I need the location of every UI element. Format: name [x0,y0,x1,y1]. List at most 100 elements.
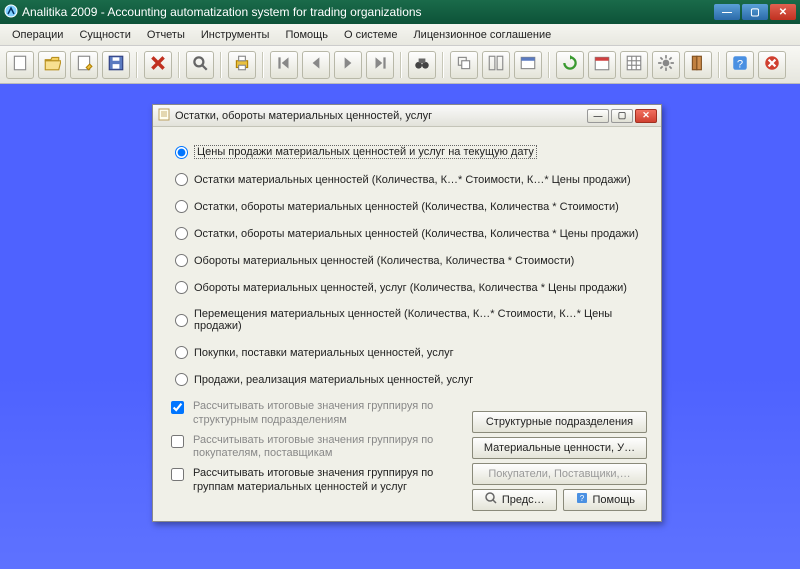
edit-button[interactable] [70,51,98,79]
report-radio-2[interactable] [175,200,188,213]
edit-icon [75,54,93,75]
first-icon [275,54,293,75]
report-radio-1[interactable] [175,173,188,186]
report-label-6: Перемещения материальных ценностей (Коли… [194,308,647,332]
dialog-maximize-button[interactable]: ▢ [611,109,633,123]
new-icon [11,54,29,75]
report-label-4: Обороты материальных ценностей (Количест… [194,255,574,267]
materials-button[interactable]: Материальные ценности, У… [472,437,647,459]
cascade-icon [455,54,473,75]
structural-button[interactable]: Структурные подразделения [472,411,647,433]
first-button[interactable] [270,51,298,79]
report-radio-8[interactable] [175,373,188,386]
report-radio-4[interactable] [175,254,188,267]
maximize-button[interactable]: ▢ [742,4,768,20]
prev-button[interactable] [302,51,330,79]
help-button[interactable]: ? [726,51,754,79]
menu-help[interactable]: Помощь [279,27,334,43]
report-label-7: Покупки, поставки материальных ценностей… [194,347,454,359]
menu-about[interactable]: О системе [338,27,403,43]
preview-label: Предс… [502,494,545,506]
ledger-icon [689,54,707,75]
app-title: Analitika 2009 - Accounting automatizati… [22,5,714,19]
dialog-body: Цены продажи материальных ценностей и ус… [153,127,661,521]
report-option-7[interactable]: Покупки, поставки материальных ценностей… [175,346,647,359]
report-option-5[interactable]: Обороты материальных ценностей, услуг (К… [175,281,647,294]
new-button[interactable] [6,51,34,79]
cascade-button[interactable] [450,51,478,79]
report-label-8: Продажи, реализация материальных ценност… [194,374,473,386]
report-label-2: Остатки, обороты материальных ценностей … [194,201,619,213]
minimize-button[interactable]: — [714,4,740,20]
report-label-1: Остатки материальных ценностей (Количест… [194,174,631,186]
menubar: Операции Сущности Отчеты Инструменты Пом… [0,24,800,46]
help-label: Помощь [593,494,636,506]
preview-button[interactable]: Предс… [472,489,557,511]
print-icon [233,54,251,75]
settings-button[interactable] [652,51,680,79]
report-option-4[interactable]: Обороты материальных ценностей (Количест… [175,254,647,267]
print-button[interactable] [228,51,256,79]
last-icon [371,54,389,75]
report-option-1[interactable]: Остатки материальных ценностей (Количест… [175,173,647,186]
window-button[interactable] [514,51,542,79]
settings-icon [657,54,675,75]
refresh-icon [561,54,579,75]
save-button[interactable] [102,51,130,79]
notepad-icon [157,107,171,124]
last-button[interactable] [366,51,394,79]
buyers-button[interactable]: Покупатели, Поставщики,… [472,463,647,485]
close-button[interactable]: ✕ [770,4,796,20]
calendar-button[interactable] [588,51,616,79]
report-option-6[interactable]: Перемещения материальных ценностей (Коли… [175,308,647,332]
help-book-icon: ? [575,491,589,508]
tile-icon [487,54,505,75]
window-icon [519,54,537,75]
tile-button[interactable] [482,51,510,79]
report-radio-3[interactable] [175,227,188,240]
ledger-button[interactable] [684,51,712,79]
report-label-3: Остатки, обороты материальных ценностей … [194,228,639,240]
window-controls: — ▢ ✕ [714,4,796,20]
report-option-3[interactable]: Остатки, обороты материальных ценностей … [175,227,647,240]
dialog-titlebar[interactable]: Остатки, обороты материальных ценностей,… [153,105,661,127]
calendar-icon [593,54,611,75]
svg-text:?: ? [579,494,584,503]
grid-icon [625,54,643,75]
report-option-2[interactable]: Остатки, обороты материальных ценностей … [175,200,647,213]
report-option-8[interactable]: Продажи, реализация материальных ценност… [175,373,647,386]
menu-entities[interactable]: Сущности [73,27,136,43]
search-button[interactable] [186,51,214,79]
report-option-0[interactable]: Цены продажи материальных ценностей и ус… [175,145,647,159]
menu-operations[interactable]: Операции [6,27,69,43]
menu-tools[interactable]: Инструменты [195,27,276,43]
dialog-right-buttons: Структурные подразделения Материальные ц… [167,411,647,511]
binoculars-button[interactable] [408,51,436,79]
open-icon [43,54,61,75]
next-button[interactable] [334,51,362,79]
report-radio-6[interactable] [175,314,188,327]
report-radio-5[interactable] [175,281,188,294]
close-app-button[interactable] [758,51,786,79]
help-button[interactable]: ? Помощь [563,489,648,511]
next-icon [339,54,357,75]
menu-reports[interactable]: Отчеты [141,27,191,43]
report-label-0: Цены продажи материальных ценностей и ус… [194,145,537,159]
delete-button[interactable] [144,51,172,79]
grid-button[interactable] [620,51,648,79]
open-button[interactable] [38,51,66,79]
dialog-balances: Остатки, обороты материальных ценностей,… [152,104,662,522]
report-radio-0[interactable] [175,146,188,159]
save-icon [107,54,125,75]
refresh-button[interactable] [556,51,584,79]
search-icon [191,54,209,75]
report-radio-7[interactable] [175,346,188,359]
search-icon [484,491,498,508]
menu-license[interactable]: Лицензионное соглашение [407,27,557,43]
dialog-window-controls: — ▢ ✕ [587,109,657,123]
toolbar: ? [0,46,800,84]
help-icon: ? [731,54,749,75]
dialog-minimize-button[interactable]: — [587,109,609,123]
delete-icon [149,54,167,75]
dialog-close-button[interactable]: ✕ [635,109,657,123]
